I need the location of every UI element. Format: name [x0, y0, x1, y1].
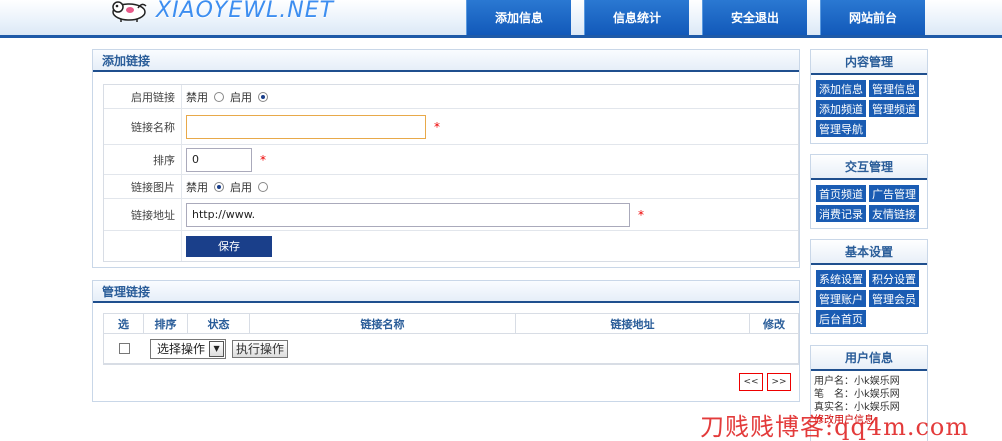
sidebar-interact-mgmt: 交互管理 首页频道 广告管理 消费记录 友情链接 — [810, 154, 928, 229]
add-link-panel: 添加链接 启用链接 禁用 启用 链接名称 * 排序 0 * 链接图片 禁用 启用… — [92, 49, 800, 268]
nav-logout[interactable]: 安全退出 — [702, 0, 807, 35]
sidebar-friend-links[interactable]: 友情链接 — [869, 205, 919, 222]
sidebar-admin-home[interactable]: 后台首页 — [816, 310, 866, 327]
name-label: 链接名称 — [104, 109, 182, 144]
name-row: 链接名称 * — [104, 109, 798, 145]
sidebar-manage-channel[interactable]: 管理频道 — [869, 100, 919, 117]
operation-select[interactable]: 选择操作 ▼ — [150, 338, 227, 359]
prev-page-button[interactable]: << — [739, 373, 763, 391]
pagination: << >> — [739, 373, 791, 391]
nav-info-stats[interactable]: 信息统计 — [584, 0, 689, 35]
execute-button[interactable]: 执行操作 — [232, 339, 289, 358]
save-row-spacer — [104, 231, 182, 261]
username-text: 用户名：小k娱乐网 — [814, 376, 900, 387]
order-row: 排序 0 * — [104, 145, 798, 175]
col-order: 排序 — [144, 314, 188, 333]
sidebar-content-mgmt: 内容管理 添加信息 管理信息 添加频道 管理频道 管理导航 — [810, 49, 928, 144]
col-name: 链接名称 — [250, 314, 516, 333]
image-off-radio[interactable] — [214, 181, 224, 192]
nav-add-info[interactable]: 添加信息 — [466, 0, 571, 35]
sidebar-manage-info[interactable]: 管理信息 — [869, 80, 919, 97]
col-status: 状态 — [188, 314, 250, 333]
nickname-text: 笔 名：小k娱乐网 — [814, 389, 900, 400]
manage-link-panel: 管理链接 选 排序 状态 链接名称 链接地址 修改 选择操作 ▼ 执行操作 <<… — [92, 280, 800, 402]
enable-label: 启用链接 — [104, 85, 182, 108]
enable-on-label: 启用 — [230, 90, 252, 104]
site-logo[interactable]: XIAOYEWL.NET — [108, 0, 334, 24]
user-info-title: 用户信息 — [811, 346, 927, 371]
order-required: * — [260, 152, 266, 167]
enable-row: 启用链接 禁用 启用 — [104, 85, 798, 109]
top-nav: 添加信息 信息统计 安全退出 网站前台 — [466, 0, 925, 35]
link-table: 选 排序 状态 链接名称 链接地址 修改 选择操作 ▼ 执行操作 — [103, 313, 799, 365]
sidebar-home-channel[interactable]: 首页频道 — [816, 185, 866, 202]
col-edit: 修改 — [763, 317, 785, 331]
image-label: 链接图片 — [104, 175, 182, 198]
image-off-label: 禁用 — [186, 180, 208, 194]
sidebar-manage-account[interactable]: 管理账户 — [816, 290, 866, 307]
enable-on-radio[interactable] — [258, 91, 268, 102]
image-row: 链接图片 禁用 启用 — [104, 175, 798, 199]
sidebar-add-info[interactable]: 添加信息 — [816, 80, 866, 97]
col-select: 选 — [104, 314, 144, 333]
sidebar-manage-members[interactable]: 管理会员 — [869, 290, 919, 307]
url-row: 链接地址 http://www. * — [104, 199, 798, 231]
order-label: 排序 — [104, 145, 182, 174]
add-link-title: 添加链接 — [93, 50, 799, 72]
nav-site-front[interactable]: 网站前台 — [820, 0, 925, 35]
sidebar-add-channel[interactable]: 添加频道 — [816, 100, 866, 117]
name-required: * — [434, 119, 440, 134]
col-url: 链接地址 — [516, 314, 750, 333]
url-label: 链接地址 — [104, 199, 182, 230]
dog-logo-icon — [112, 1, 147, 22]
operation-select-value: 选择操作 — [157, 342, 206, 356]
table-action-row: 选择操作 ▼ 执行操作 — [104, 334, 798, 364]
basic-settings-title: 基本设置 — [811, 240, 927, 265]
order-input[interactable]: 0 — [186, 147, 252, 172]
interact-mgmt-title: 交互管理 — [811, 155, 927, 180]
sidebar-points-settings[interactable]: 积分设置 — [869, 270, 919, 287]
link-name-input[interactable] — [186, 114, 426, 139]
save-row: 保存 — [104, 231, 798, 261]
watermark-text: 刀贱贱博客:qq4m.com — [700, 413, 970, 441]
top-header: XIAOYEWL.NET 添加信息 信息统计 安全退出 网站前台 — [0, 0, 1002, 38]
next-page-button[interactable]: >> — [767, 373, 791, 391]
logo-text: XIAOYEWL.NET — [156, 0, 335, 23]
enable-off-radio[interactable] — [214, 91, 224, 102]
sidebar-consume-log[interactable]: 消费记录 — [816, 205, 866, 222]
url-required: * — [638, 207, 644, 222]
sidebar-ad-mgmt[interactable]: 广告管理 — [869, 185, 919, 202]
add-link-form: 启用链接 禁用 启用 链接名称 * 排序 0 * 链接图片 禁用 启用 链接地址… — [103, 84, 799, 262]
select-all-checkbox[interactable] — [118, 343, 130, 354]
chevron-down-icon[interactable]: ▼ — [209, 340, 225, 357]
sidebar-system-settings[interactable]: 系统设置 — [816, 270, 866, 287]
admin-page: XIAOYEWL.NET 添加信息 信息统计 安全退出 网站前台 添加链接 启用… — [0, 0, 1002, 441]
content-mgmt-title: 内容管理 — [811, 50, 927, 75]
manage-link-title: 管理链接 — [93, 281, 799, 303]
save-button[interactable]: 保存 — [186, 235, 272, 257]
image-on-label: 启用 — [230, 180, 252, 194]
table-header: 选 排序 状态 链接名称 链接地址 修改 — [104, 314, 798, 334]
image-on-radio[interactable] — [258, 181, 268, 192]
sidebar-basic-settings: 基本设置 系统设置 积分设置 管理账户 管理会员 后台首页 — [810, 239, 928, 334]
sidebar-manage-nav[interactable]: 管理导航 — [816, 120, 866, 137]
link-url-input[interactable]: http://www. — [186, 202, 630, 227]
enable-off-label: 禁用 — [186, 90, 208, 104]
